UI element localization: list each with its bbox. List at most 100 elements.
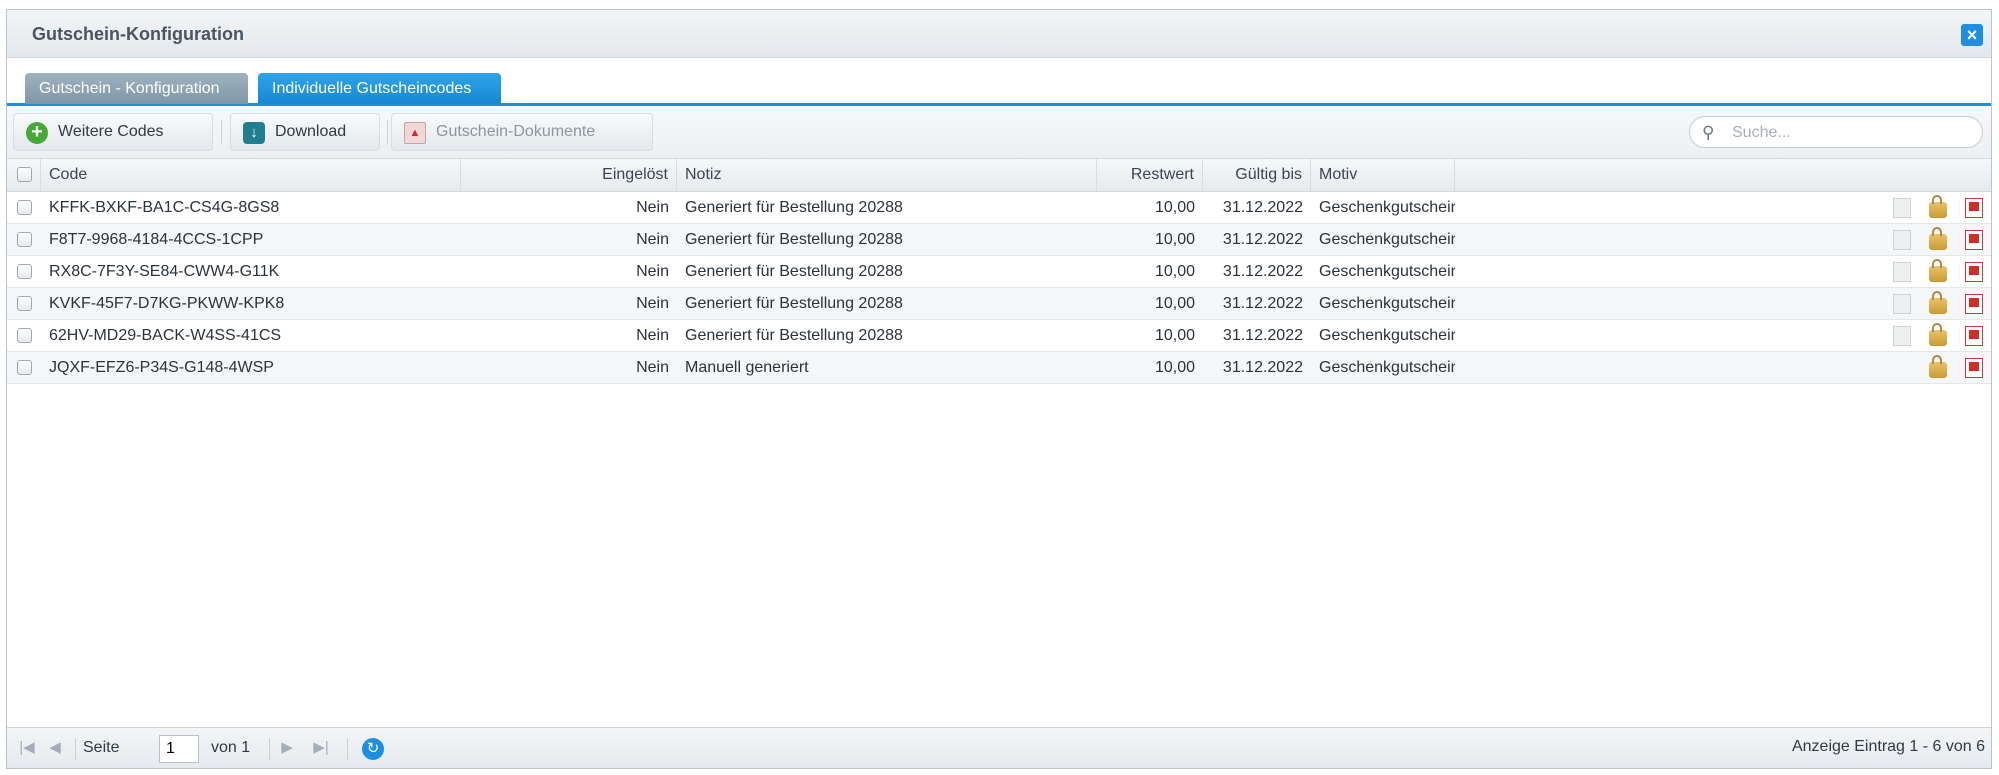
- valid-until-cell: 31.12.2022: [1222, 295, 1303, 312]
- last-page-icon[interactable]: ▶|: [311, 738, 331, 758]
- motif-cell: Geschenkgutschein…: [1319, 327, 1455, 344]
- copy-icon[interactable]: [1893, 262, 1911, 282]
- remaining-value-cell: 10,00: [1154, 231, 1195, 248]
- previous-page-icon[interactable]: ◀: [45, 738, 65, 758]
- lock-icon[interactable]: [1929, 259, 1947, 282]
- note-cell: Generiert für Bestellung 20288: [685, 327, 903, 344]
- select-all-checkbox[interactable]: [17, 167, 32, 182]
- download-icon: ↓: [243, 122, 265, 144]
- first-page-icon[interactable]: |◀: [17, 738, 37, 758]
- redeemed-cell: Nein: [636, 199, 669, 216]
- voucher-config-window: Gutschein-Konfiguration × Gutschein - Ko…: [6, 9, 1992, 769]
- row-checkbox[interactable]: [17, 232, 32, 247]
- table-row[interactable]: KFFK-BXKF-BA1C-CS4G-8GS8 Nein Generiert fü…: [7, 192, 1991, 224]
- valid-until-cell: 31.12.2022: [1222, 359, 1303, 376]
- code-cell: KFFK-BXKF-BA1C-CS4G-8GS8: [49, 199, 280, 216]
- remaining-value-cell: 10,00: [1154, 199, 1195, 216]
- lock-icon[interactable]: [1929, 227, 1947, 250]
- motif-cell: Geschenkgutschein…: [1319, 295, 1455, 312]
- motif-cell: Geschenkgutschein…: [1319, 199, 1455, 216]
- motif-cell: Geschenkgutschein: [1319, 359, 1455, 376]
- table-row[interactable]: 62HV-MD29-BACK-W4SS-41CS Nein Generiert fü…: [7, 320, 1991, 352]
- remaining-value-cell: 10,00: [1154, 359, 1195, 376]
- copy-icon[interactable]: [1893, 198, 1911, 218]
- column-header-actions: [1455, 159, 1991, 191]
- redeemed-cell: Nein: [636, 359, 669, 376]
- toolbar: + Weitere Codes generieren ↓ Download Co…: [7, 106, 1991, 176]
- plus-icon: +: [26, 122, 48, 144]
- search-input[interactable]: [1730, 121, 1974, 145]
- column-header-motif[interactable]: Motiv: [1311, 159, 1455, 191]
- tab-voucher-configuration[interactable]: Gutschein - Konfiguration: [25, 73, 248, 104]
- close-icon[interactable]: ×: [1961, 24, 1983, 46]
- row-checkbox[interactable]: [17, 264, 32, 279]
- valid-until-cell: 31.12.2022: [1222, 263, 1303, 280]
- row-checkbox[interactable]: [17, 296, 32, 311]
- table-row[interactable]: KVKF-45F7-D7KG-PKWW-KPK8 Nein Generiert fü…: [7, 288, 1991, 320]
- column-header-redeemed[interactable]: Eingelöst: [461, 159, 677, 191]
- note-cell: Generiert für Bestellung 20288: [685, 231, 903, 248]
- pdf-icon[interactable]: [1965, 262, 1983, 282]
- refresh-icon[interactable]: ↻: [362, 738, 384, 760]
- valid-until-cell: 31.12.2022: [1222, 327, 1303, 344]
- code-cell: 62HV-MD29-BACK-W4SS-41CS: [49, 327, 282, 344]
- tab-bar: Gutschein - Konfiguration Individuelle G…: [7, 58, 1991, 106]
- remaining-value-cell: 10,00: [1154, 295, 1195, 312]
- table-row[interactable]: JQXF-EFZ6-P34S-G148-4WSP Nein Manuell gene…: [7, 352, 1991, 384]
- toolbar-separator: [221, 120, 222, 144]
- title-bar: Gutschein-Konfiguration ×: [7, 10, 1991, 58]
- code-cell: RX8C-7F3Y-SE84-CWW4-G11K: [49, 263, 280, 280]
- lock-icon[interactable]: [1929, 355, 1947, 378]
- page-label: Seite: [83, 739, 120, 756]
- column-header-remaining-value[interactable]: Restwert: [1097, 159, 1203, 191]
- search-box: ⚲: [1689, 116, 1983, 148]
- remaining-value-cell: 10,00: [1154, 263, 1195, 280]
- remaining-value-cell: 10,00: [1154, 327, 1195, 344]
- copy-icon[interactable]: [1893, 326, 1911, 346]
- page-info-text: Anzeige Eintrag 1 - 6 von 6: [1791, 738, 1985, 755]
- note-cell: Generiert für Bestellung 20288: [685, 199, 903, 216]
- table-row[interactable]: RX8C-7F3Y-SE84-CWW4-G11K Nein Generiert fü…: [7, 256, 1991, 288]
- code-cell: F8T7-9968-4184-4CCS-1CPP: [49, 231, 264, 248]
- motif-cell: Geschenkgutschein…: [1319, 231, 1455, 248]
- copy-icon[interactable]: [1893, 294, 1911, 314]
- grid-body: KFFK-BXKF-BA1C-CS4G-8GS8 Nein Generiert fü…: [7, 192, 1991, 680]
- valid-until-cell: 31.12.2022: [1222, 231, 1303, 248]
- grid-header: Code Eingelöst Notiz Restwert Gültig bis…: [7, 159, 1991, 192]
- motif-cell: Geschenkgutschein…: [1319, 263, 1455, 280]
- lock-icon[interactable]: [1929, 291, 1947, 314]
- page-number-input[interactable]: [159, 735, 199, 763]
- pdf-icon: ▲: [404, 122, 426, 144]
- tab-individual-codes[interactable]: Individuelle Gutscheincodes: [258, 73, 501, 104]
- pager-separator: [75, 738, 76, 760]
- pdf-icon[interactable]: [1965, 294, 1983, 314]
- row-checkbox[interactable]: [17, 328, 32, 343]
- header-select-all-cell: [7, 159, 41, 191]
- redeemed-cell: Nein: [636, 263, 669, 280]
- table-row[interactable]: F8T7-9968-4184-4CCS-1CPP Nein Generiert fü…: [7, 224, 1991, 256]
- next-page-icon[interactable]: ▶: [277, 738, 297, 758]
- generate-codes-button[interactable]: + Weitere Codes generieren: [13, 113, 213, 176]
- pdf-icon[interactable]: [1965, 358, 1983, 378]
- download-documents-button[interactable]: ▲ Gutschein-Dokumente herunterladen: [391, 113, 653, 176]
- window-title: Gutschein-Konfiguration: [32, 24, 244, 44]
- lock-icon[interactable]: [1929, 195, 1947, 218]
- page-count-label: von 1: [211, 739, 251, 756]
- download-codes-button[interactable]: ↓ Download Codes: [230, 113, 380, 176]
- row-checkbox[interactable]: [17, 360, 32, 375]
- row-checkbox[interactable]: [17, 200, 32, 215]
- column-header-code[interactable]: Code: [41, 159, 461, 191]
- pdf-icon[interactable]: [1965, 198, 1983, 218]
- note-cell: Manuell generiert: [685, 359, 809, 376]
- column-header-note[interactable]: Notiz: [677, 159, 1097, 191]
- lock-icon[interactable]: [1929, 323, 1947, 346]
- pdf-icon[interactable]: [1965, 326, 1983, 346]
- pdf-icon[interactable]: [1965, 230, 1983, 250]
- pager-separator: [347, 738, 348, 760]
- search-icon: ⚲: [1702, 123, 1715, 142]
- copy-icon[interactable]: [1893, 230, 1911, 250]
- note-cell: Generiert für Bestellung 20288: [685, 295, 903, 312]
- redeemed-cell: Nein: [636, 295, 669, 312]
- note-cell: Generiert für Bestellung 20288: [685, 263, 903, 280]
- column-header-valid-until[interactable]: Gültig bis: [1203, 159, 1311, 191]
